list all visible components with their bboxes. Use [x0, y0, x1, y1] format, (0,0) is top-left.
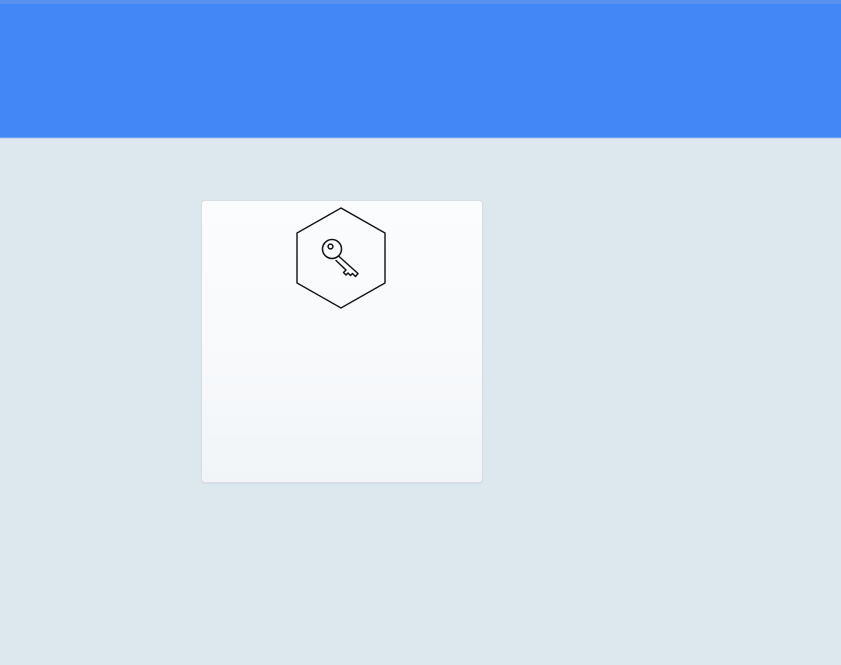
top-header-bar: [0, 0, 841, 137]
key-card[interactable]: [202, 201, 482, 482]
key-icon: [296, 207, 386, 309]
hexagon-badge: [295, 206, 387, 310]
